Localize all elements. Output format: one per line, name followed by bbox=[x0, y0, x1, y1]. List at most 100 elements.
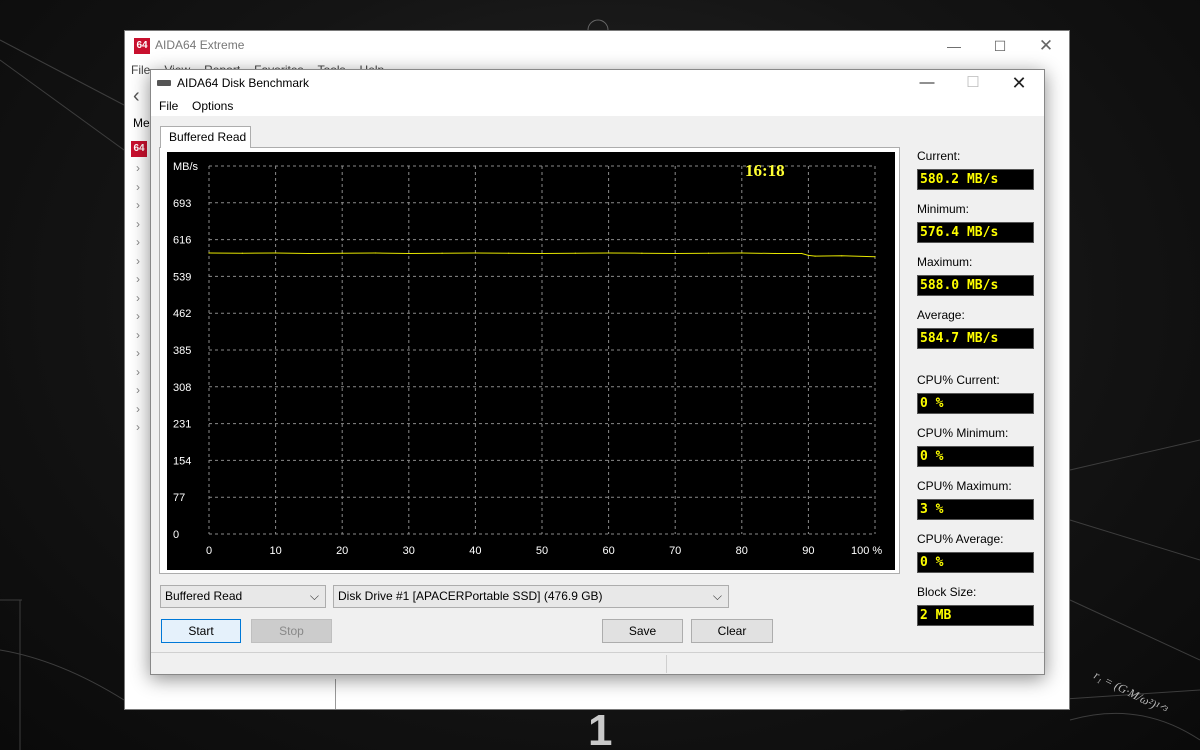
tree-expand-arrow-icon[interactable]: › bbox=[136, 198, 140, 212]
maximum-label: Maximum: bbox=[917, 255, 973, 269]
chart-data-point bbox=[341, 252, 343, 254]
chart-data-point bbox=[741, 252, 743, 254]
tree-expand-arrow-icon[interactable]: › bbox=[136, 383, 140, 397]
chart-data-point bbox=[241, 252, 243, 254]
benchmark-chart: 0 10 20 30 40 50 60 70 80 90 100 % 0 77 154 231 308 385 4… bbox=[167, 152, 895, 570]
sidebar-tab-label[interactable]: Me bbox=[133, 116, 150, 130]
bench-menu-file[interactable]: File bbox=[159, 99, 178, 113]
chart-data-point bbox=[275, 252, 277, 254]
tree-expand-arrow-icon[interactable]: › bbox=[136, 180, 140, 194]
save-button[interactable]: Save bbox=[602, 619, 683, 643]
sidebar-tree: 64 bbox=[131, 141, 147, 157]
cpu-current-label: CPU% Current: bbox=[917, 373, 1000, 387]
chart-data-point bbox=[641, 252, 643, 254]
chart-data-point bbox=[674, 252, 676, 255]
aida64-tree-root-icon[interactable]: 64 bbox=[131, 141, 147, 157]
chevron-down-icon: ⌵ bbox=[309, 589, 319, 603]
tree-expand-arrow-icon[interactable]: › bbox=[136, 420, 140, 434]
bench-close-icon[interactable]: ✕ bbox=[996, 70, 1042, 96]
chart-data-point bbox=[801, 252, 803, 255]
chart-x-tick-label: 50 bbox=[536, 545, 548, 557]
chart-data-point bbox=[308, 252, 310, 255]
chart-x-tick-label: 20 bbox=[336, 545, 348, 557]
chart-y-tick-label: 0 bbox=[173, 529, 179, 541]
cpu-maximum-value: 3 % bbox=[917, 499, 1034, 520]
tree-expand-arrow-icon[interactable]: › bbox=[136, 328, 140, 342]
cpu-current-value: 0 % bbox=[917, 393, 1034, 414]
chart-data-point bbox=[541, 252, 543, 255]
chart-y-tick-label: 539 bbox=[173, 271, 191, 283]
tab-buffered-read[interactable]: Buffered Read bbox=[160, 126, 251, 148]
maximum-value: 588.0 MB/s bbox=[917, 275, 1034, 296]
chart-background bbox=[167, 152, 895, 570]
block-size-value: 2 MB bbox=[917, 605, 1034, 626]
tree-expand-arrow-icon[interactable]: › bbox=[136, 217, 140, 231]
benchmark-window-title: AIDA64 Disk Benchmark bbox=[177, 76, 310, 90]
cpu-minimum-value: 0 % bbox=[917, 446, 1034, 467]
chart-data-point bbox=[441, 252, 443, 254]
chart-data-point bbox=[814, 255, 816, 257]
block-size-label: Block Size: bbox=[917, 585, 977, 599]
drive-select-value: Disk Drive #1 [APACERPortable SSD] (476.… bbox=[338, 589, 603, 603]
chart-data-point bbox=[474, 252, 476, 254]
chart-y-tick-label: 308 bbox=[173, 382, 191, 394]
chart-x-tick-label: 10 bbox=[269, 545, 281, 557]
tree-expand-arrow-icon[interactable]: › bbox=[136, 254, 140, 268]
chart-x-tick-label: 30 bbox=[403, 545, 415, 557]
chart-x-tick-label: 80 bbox=[736, 545, 748, 557]
chart-y-tick-label: 693 bbox=[173, 198, 191, 210]
chart-x-tick-label: 0 bbox=[206, 545, 212, 557]
bench-menu-options[interactable]: Options bbox=[192, 99, 233, 113]
bench-minimize-icon[interactable]: — bbox=[904, 70, 950, 96]
tree-expand-arrow-icon[interactable]: › bbox=[136, 365, 140, 379]
maximize-icon[interactable]: ☐ bbox=[977, 31, 1023, 61]
chart-x-tick-label: 60 bbox=[602, 545, 614, 557]
aida64-logo-icon: 64 bbox=[134, 38, 150, 54]
status-bar-divider bbox=[666, 655, 667, 673]
chart-y-tick-label: 385 bbox=[173, 345, 191, 357]
drive-select[interactable]: Disk Drive #1 [APACERPortable SSD] (476.… bbox=[333, 585, 729, 608]
chart-y-tick-label: 154 bbox=[173, 455, 191, 467]
desktop-number: 1 bbox=[588, 706, 613, 750]
chart-x-tick-label: 70 bbox=[669, 545, 681, 557]
chart-y-axis-label: MB/s bbox=[173, 161, 199, 173]
cpu-average-label: CPU% Average: bbox=[917, 532, 1004, 546]
chart-data-point bbox=[508, 252, 510, 254]
cpu-average-value: 0 % bbox=[917, 552, 1034, 573]
start-button[interactable]: Start bbox=[161, 619, 241, 643]
average-value: 584.7 MB/s bbox=[917, 328, 1034, 349]
chart-time-label: 16:18 bbox=[745, 161, 785, 180]
chart-y-tick-label: 77 bbox=[173, 492, 185, 504]
chart-data-point bbox=[874, 256, 876, 258]
chart-data-point bbox=[374, 252, 377, 254]
tree-expand-arrow-icon[interactable]: › bbox=[136, 235, 140, 249]
average-label: Average: bbox=[917, 308, 965, 322]
chart-x-tick-label: 90 bbox=[802, 545, 814, 557]
disk-benchmark-window: AIDA64 Disk Benchmark — ☐ ✕ File Options… bbox=[150, 69, 1045, 675]
current-value: 580.2 MB/s bbox=[917, 169, 1034, 190]
chart-data-point bbox=[608, 252, 610, 254]
chart-y-tick-label: 462 bbox=[173, 308, 191, 320]
tree-expand-arrow-icon[interactable]: › bbox=[136, 272, 140, 286]
chart-data-point bbox=[841, 255, 843, 257]
main-title-bar: 64 AIDA64 Extreme — ☐ ✕ bbox=[125, 31, 1069, 61]
main-menu-file[interactable]: File bbox=[131, 63, 150, 77]
stop-button: Stop bbox=[251, 619, 332, 643]
tree-expand-arrow-icon[interactable]: › bbox=[136, 402, 140, 416]
status-bar bbox=[151, 652, 1044, 675]
bench-maximize-icon: ☐ bbox=[966, 74, 980, 91]
chart-data-point bbox=[208, 252, 210, 254]
tree-expand-arrow-icon[interactable]: › bbox=[136, 161, 140, 175]
chart-data-point bbox=[707, 252, 710, 254]
chart-x-tick-label: 100 % bbox=[851, 545, 882, 557]
chevron-down-icon: ⌵ bbox=[712, 589, 722, 603]
tree-expand-arrow-icon[interactable]: › bbox=[136, 291, 140, 305]
chart-data-point bbox=[408, 252, 410, 255]
tree-expand-arrow-icon[interactable]: › bbox=[136, 309, 140, 323]
minimize-icon[interactable]: — bbox=[931, 31, 977, 61]
tree-expand-arrow-icon[interactable]: › bbox=[136, 346, 140, 360]
clear-button[interactable]: Clear bbox=[691, 619, 773, 643]
test-type-select[interactable]: Buffered Read ⌵ bbox=[160, 585, 326, 608]
close-icon[interactable]: ✕ bbox=[1023, 31, 1069, 61]
back-arrow-icon[interactable]: ‹ bbox=[133, 85, 140, 108]
